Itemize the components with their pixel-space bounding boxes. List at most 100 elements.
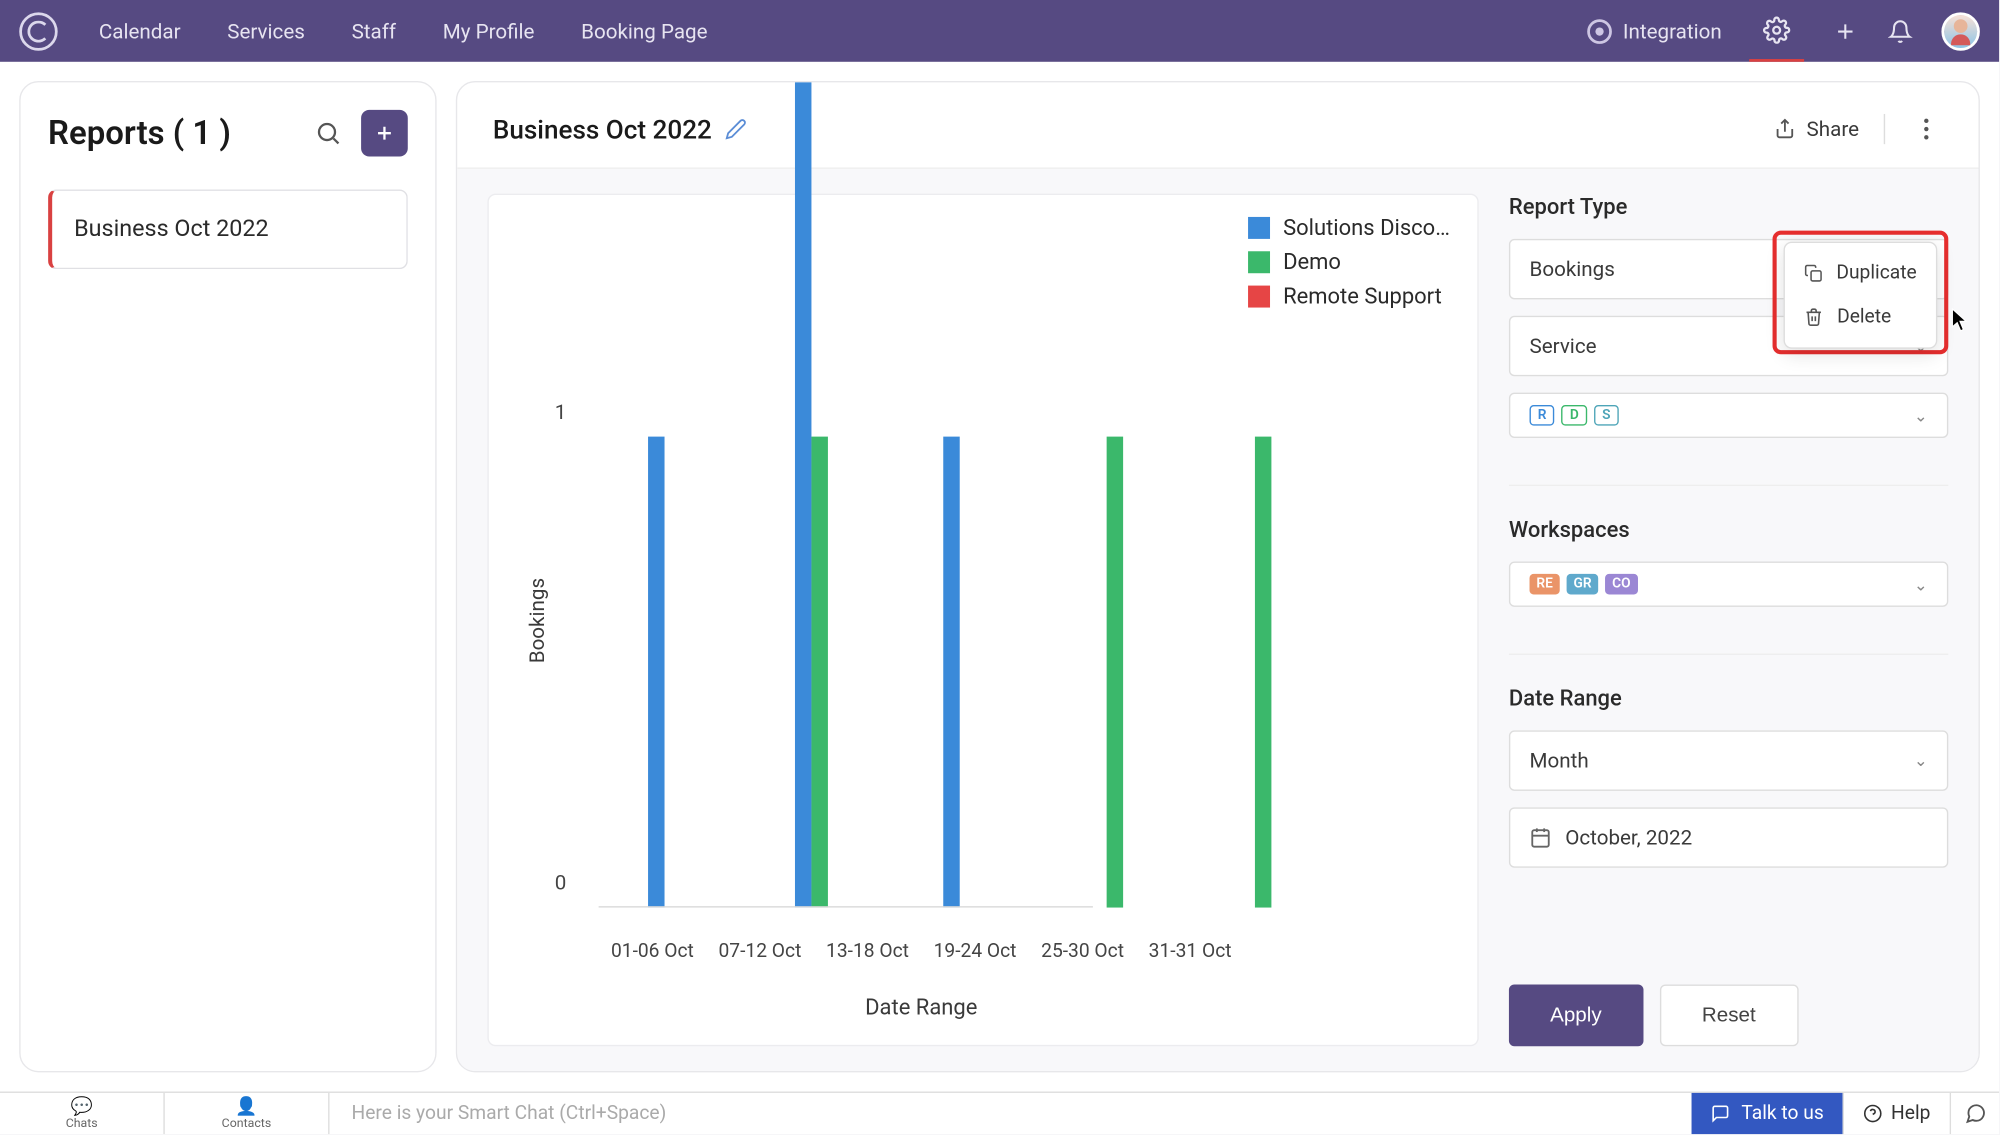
chart-x-tick: 25-30 Oct	[1029, 941, 1137, 963]
duplicate-icon	[1804, 264, 1822, 283]
legend-swatch	[1247, 285, 1269, 307]
legend-swatch	[1247, 216, 1269, 238]
report-type-label: Report Type	[1509, 194, 1948, 220]
chart-bar	[1107, 437, 1123, 907]
date-range-value: Month	[1530, 748, 1589, 773]
add-button[interactable]	[1832, 17, 1859, 44]
service-chip: S	[1594, 405, 1619, 426]
legend-item: Demo	[1247, 249, 1450, 275]
app-logo-icon	[19, 12, 57, 50]
share-icon	[1774, 118, 1796, 140]
user-avatar[interactable]	[1941, 12, 1979, 50]
chart-x-tick: 31-31 Oct	[1136, 941, 1244, 963]
nav-booking-page[interactable]: Booking Page	[581, 19, 707, 44]
date-value: October, 2022	[1565, 825, 1692, 850]
notifications-button[interactable]	[1887, 17, 1914, 44]
chart-x-tick: 13-18 Oct	[814, 941, 922, 963]
integration-icon	[1587, 19, 1612, 44]
plus-icon	[373, 122, 395, 144]
integration-label: Integration	[1623, 19, 1722, 44]
chart-panel: Bookings 01-06 Oct07-12 Oct13-18 Oct19-2…	[487, 194, 1478, 1047]
trash-icon	[1804, 308, 1823, 327]
date-range-select[interactable]: Month ⌄	[1509, 730, 1948, 790]
legend-swatch	[1247, 251, 1269, 273]
services-multiselect[interactable]: R D S ⌄	[1509, 393, 1948, 438]
share-button[interactable]: Share	[1774, 117, 1859, 142]
nav-calendar[interactable]: Calendar	[99, 19, 181, 44]
settings-button[interactable]	[1749, 0, 1804, 62]
legend-item: Remote Support	[1247, 283, 1450, 309]
bell-icon	[1888, 19, 1913, 44]
more-menu-popup: Duplicate Delete	[1784, 242, 1938, 349]
chart-y-label: Bookings	[525, 577, 550, 662]
plus-icon	[1833, 19, 1858, 44]
chart-bar	[1255, 437, 1271, 907]
group-by-value: Service	[1530, 334, 1597, 359]
date-range-label: Date Range	[1509, 685, 1948, 711]
report-title: Business Oct 2022	[493, 113, 712, 145]
report-main-panel: Business Oct 2022 Share Bookings	[456, 81, 1980, 1072]
edit-icon[interactable]	[726, 118, 748, 140]
chevron-down-icon: ⌄	[1914, 751, 1928, 770]
chats-tab[interactable]: 💬 Chats	[0, 1093, 165, 1134]
legend-label: Solutions Disco…	[1283, 214, 1450, 240]
chats-icon: 💬	[71, 1096, 93, 1117]
report-list-item[interactable]: Business Oct 2022	[48, 189, 408, 269]
help-icon	[1864, 1104, 1883, 1123]
add-report-button[interactable]	[361, 110, 408, 157]
legend-item: Solutions Disco…	[1247, 214, 1450, 240]
nav-my-profile[interactable]: My Profile	[443, 19, 535, 44]
chat-icon	[1711, 1104, 1730, 1123]
contacts-tab[interactable]: 👤 Contacts	[165, 1093, 330, 1134]
smart-chat-input[interactable]: Here is your Smart Chat (Ctrl+Space)	[330, 1103, 1692, 1125]
chart-y-tick: 0	[555, 870, 567, 895]
help-button[interactable]: Help	[1843, 1093, 1950, 1134]
chart-bar	[812, 437, 828, 907]
workspaces-label: Workspaces	[1509, 516, 1948, 542]
chat-bubble-icon	[1964, 1103, 1986, 1125]
chart-x-label: Date Range	[599, 994, 1244, 1020]
nav-staff[interactable]: Staff	[352, 19, 396, 44]
more-menu-button[interactable]	[1910, 113, 1943, 146]
share-label: Share	[1807, 117, 1859, 142]
gear-icon	[1763, 16, 1790, 43]
chart-y-tick: 1	[555, 400, 567, 425]
reset-button[interactable]: Reset	[1659, 984, 1798, 1046]
menu-delete-label: Delete	[1837, 306, 1891, 328]
chevron-down-icon: ⌄	[1914, 406, 1928, 425]
sidebar-title: Reports ( 1 )	[48, 114, 231, 152]
nav-integration[interactable]: Integration	[1587, 19, 1722, 44]
menu-delete[interactable]: Delete	[1785, 295, 1936, 339]
calendar-icon	[1530, 827, 1552, 849]
workspace-chip: CO	[1605, 574, 1637, 595]
nav-services[interactable]: Services	[227, 19, 305, 44]
chart-x-tick: 01-06 Oct	[599, 941, 707, 963]
chevron-down-icon: ⌄	[1914, 575, 1928, 594]
chat-panel-toggle[interactable]	[1950, 1093, 1999, 1134]
bottom-bar: 💬 Chats 👤 Contacts Here is your Smart Ch…	[0, 1092, 1999, 1135]
chart-bar	[943, 437, 959, 907]
menu-duplicate[interactable]: Duplicate	[1785, 251, 1936, 295]
chart-bar	[648, 437, 664, 907]
workspace-chip: GR	[1567, 574, 1599, 595]
more-icon	[1924, 118, 1929, 140]
service-chip: R	[1530, 405, 1555, 426]
top-nav: Calendar Services Staff My Profile Booki…	[0, 0, 1999, 62]
chart-bar	[795, 81, 811, 908]
report-type-value: Bookings	[1530, 257, 1615, 282]
workspaces-multiselect[interactable]: RE GR CO ⌄	[1509, 562, 1948, 607]
legend-label: Demo	[1283, 249, 1341, 275]
menu-duplicate-label: Duplicate	[1836, 262, 1916, 284]
talk-to-us-button[interactable]: Talk to us	[1692, 1093, 1843, 1134]
legend-label: Remote Support	[1283, 283, 1442, 309]
service-chip: D	[1562, 405, 1587, 426]
apply-button[interactable]: Apply	[1509, 984, 1643, 1046]
contacts-icon: 👤	[235, 1096, 257, 1117]
chart-x-tick: 07-12 Oct	[706, 941, 814, 963]
search-icon[interactable]	[314, 119, 341, 146]
divider	[1884, 114, 1885, 144]
chart-x-tick: 19-24 Oct	[921, 941, 1029, 963]
workspace-chip: RE	[1530, 574, 1560, 595]
date-picker[interactable]: October, 2022	[1509, 807, 1948, 867]
reports-sidebar: Reports ( 1 ) Business Oct 2022	[19, 81, 436, 1072]
